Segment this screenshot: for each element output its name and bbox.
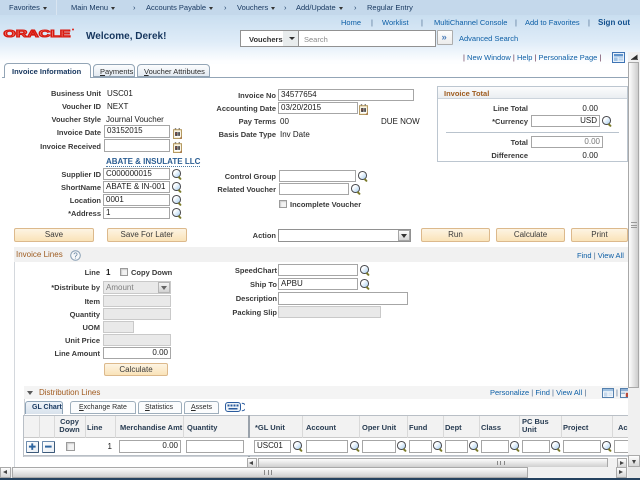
svg-text:ORACLE: ORACLE (4, 28, 71, 40)
svg-text:?: ? (73, 251, 78, 260)
